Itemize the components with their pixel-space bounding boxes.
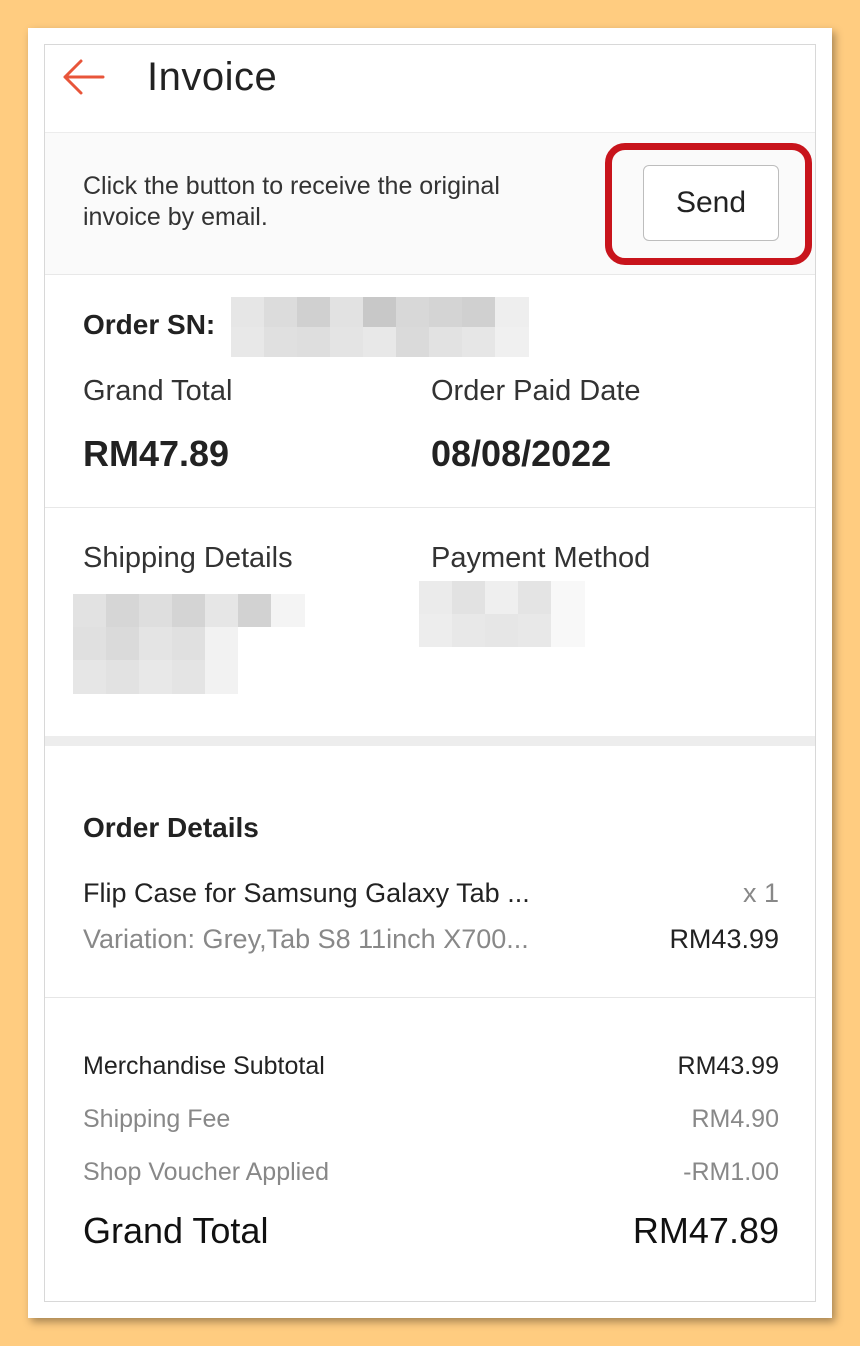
grand-total-label: Grand Total (83, 375, 233, 407)
payment-method-label: Payment Method (431, 542, 651, 574)
invoice-screen: Invoice Click the button to receive the … (44, 44, 816, 1302)
merchandise-subtotal-label: Merchandise Subtotal (83, 1052, 325, 1080)
grand-total-summary-label: Grand Total (83, 1210, 269, 1251)
order-sn-label: Order SN: (83, 309, 216, 340)
product-name: Flip Case for Samsung Galaxy Tab ... (83, 878, 530, 908)
redacted-shipping-address (73, 594, 305, 694)
shipping-payment-section: Shipping Details Payment Method (45, 508, 815, 746)
grand-total-summary-value: RM47.89 (632, 1210, 779, 1251)
order-paid-date-label: Order Paid Date (431, 375, 641, 407)
redacted-order-number (231, 297, 529, 357)
grand-total-value: RM47.89 (83, 433, 230, 474)
merchandise-subtotal-value: RM43.99 (677, 1052, 779, 1080)
page-title: Invoice (147, 55, 278, 99)
send-button[interactable]: Send (643, 165, 779, 241)
payment-summary-section: Merchandise Subtotal RM43.99 Shipping Fe… (45, 998, 815, 1301)
order-details-title: Order Details (83, 812, 259, 843)
app-bar: Invoice (45, 45, 815, 133)
email-invoice-banner: Click the button to receive the original… (45, 133, 815, 275)
product-price: RM43.99 (669, 924, 779, 954)
shipping-details-label: Shipping Details (83, 542, 293, 574)
shipping-fee-label: Shipping Fee (83, 1105, 231, 1133)
arrow-left-icon[interactable] (59, 57, 107, 97)
shop-voucher-value: -RM1.00 (683, 1158, 779, 1186)
email-instruction-text: Click the button to receive the original… (83, 172, 500, 231)
order-details-section: Order Details Flip Case for Samsung Gala… (45, 756, 815, 998)
order-info-section: Order SN: Grand Total RM47.89 Order Paid… (45, 275, 815, 508)
redacted-payment-method (419, 581, 585, 647)
product-quantity: x 1 (742, 878, 779, 908)
shipping-fee-value: RM4.90 (691, 1105, 779, 1133)
product-variation: Variation: Grey,Tab S8 11inch X700... (83, 924, 529, 954)
order-paid-date-value: 08/08/2022 (431, 433, 612, 474)
shop-voucher-label: Shop Voucher Applied (83, 1158, 330, 1186)
